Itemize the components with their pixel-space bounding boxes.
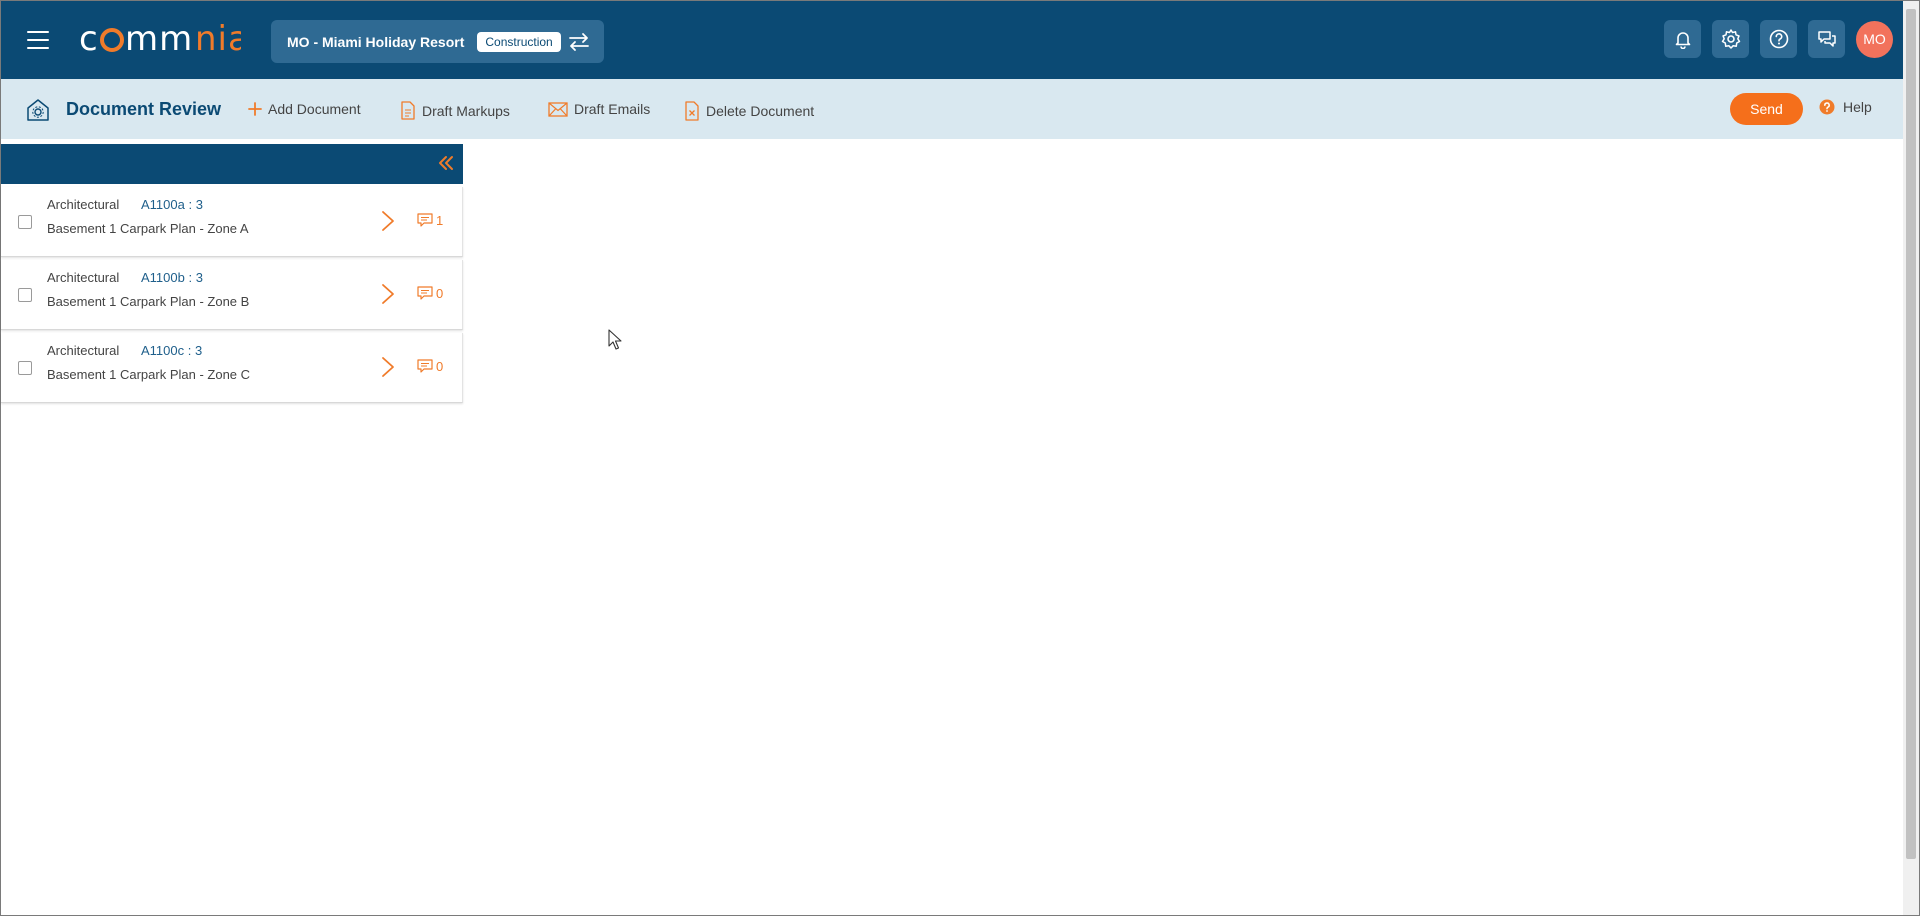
page-title: Document Review xyxy=(66,99,222,119)
document-comments[interactable]: 0 xyxy=(417,359,443,374)
comment-count: 1 xyxy=(436,213,444,228)
chevron-right-icon[interactable] xyxy=(381,283,395,305)
svg-text:mm: mm xyxy=(125,21,193,57)
help-icon xyxy=(1769,29,1788,49)
document-code: A1100b : 3 xyxy=(141,270,203,285)
draft-markups-label: Draft Markups xyxy=(422,102,510,119)
document-review-icon xyxy=(27,99,49,121)
help-label: Help xyxy=(1843,99,1872,115)
document-list-item[interactable]: Architectural A1100a : 3 Basement 1 Carp… xyxy=(1,187,463,257)
comment-icon xyxy=(417,213,433,227)
swap-icon[interactable] xyxy=(567,32,591,52)
draft-emails-button[interactable]: Draft Emails xyxy=(548,101,650,117)
help-link[interactable]: Help xyxy=(1819,99,1872,115)
svg-text:c: c xyxy=(79,21,99,57)
plus-icon xyxy=(248,102,262,116)
document-code: A1100a : 3 xyxy=(141,197,203,212)
menu-icon[interactable] xyxy=(27,31,49,49)
document-checkbox[interactable] xyxy=(18,215,32,229)
comment-count: 0 xyxy=(436,286,444,301)
delete-document-button[interactable]: Delete Document xyxy=(684,101,814,121)
document-discipline: Architectural xyxy=(47,270,120,285)
scrollbar-thumb[interactable] xyxy=(1906,9,1916,859)
document-review-toolbar: Document Review Add Document Draft Marku… xyxy=(1,79,1903,139)
app-logo[interactable]: c mm nia xyxy=(79,21,241,57)
comment-count: 0 xyxy=(436,359,444,374)
top-bar: c mm nia MO - Miami Holiday Resort Const… xyxy=(1,1,1903,79)
document-title: Basement 1 Carpark Plan - Zone C xyxy=(47,367,251,382)
user-avatar[interactable]: MO xyxy=(1856,20,1893,58)
project-switcher[interactable]: MO - Miami Holiday Resort Construction xyxy=(271,20,604,63)
document-code: A1100c : 3 xyxy=(141,343,203,358)
document-comments[interactable]: 1 xyxy=(417,213,443,228)
project-name: MO - Miami Holiday Resort xyxy=(287,33,465,50)
document-checkbox[interactable] xyxy=(18,288,32,302)
document-list-item[interactable]: Architectural A1100b : 3 Basement 1 Carp… xyxy=(1,260,463,330)
comment-icon xyxy=(417,359,433,373)
double-chevron-left-icon[interactable] xyxy=(437,154,455,172)
delete-document-label: Delete Document xyxy=(706,103,815,119)
add-document-label: Add Document xyxy=(268,101,361,117)
draft-markups-button[interactable]: Draft Markups xyxy=(400,101,510,120)
bell-icon xyxy=(1675,32,1690,49)
draft-emails-label: Draft Emails xyxy=(574,101,651,117)
gear-icon xyxy=(1721,29,1740,49)
document-discipline: Architectural xyxy=(47,343,120,358)
document-icon xyxy=(401,101,415,120)
question-circle-icon xyxy=(1819,99,1835,115)
document-discipline: Architectural xyxy=(47,197,120,212)
chevron-right-icon[interactable] xyxy=(381,356,395,378)
project-stage-badge: Construction xyxy=(477,31,561,52)
document-title: Basement 1 Carpark Plan - Zone B xyxy=(47,294,250,309)
comment-icon xyxy=(417,286,433,300)
page-scrollbar[interactable] xyxy=(1903,1,1919,915)
document-checkbox[interactable] xyxy=(18,361,32,375)
document-list-header xyxy=(1,144,463,184)
mouse-cursor-icon xyxy=(608,329,622,350)
header-actions: MO xyxy=(1664,20,1893,58)
document-list-item[interactable]: Architectural A1100c : 3 Basement 1 Carp… xyxy=(1,333,463,403)
chat-icon xyxy=(1817,31,1836,47)
commnia-logo: c mm nia xyxy=(79,21,241,57)
notifications-button[interactable] xyxy=(1664,20,1701,58)
send-button[interactable]: Send xyxy=(1730,93,1803,125)
add-document-button[interactable]: Add Document xyxy=(248,101,361,117)
help-center-button[interactable] xyxy=(1760,20,1797,58)
svg-text:nia: nia xyxy=(195,21,241,57)
document-title: Basement 1 Carpark Plan - Zone A xyxy=(47,221,249,236)
document-list-panel: Architectural A1100a : 3 Basement 1 Carp… xyxy=(1,144,463,403)
document-comments[interactable]: 0 xyxy=(417,286,443,301)
chevron-right-icon[interactable] xyxy=(381,210,395,232)
messages-button[interactable] xyxy=(1808,20,1845,58)
delete-document-icon xyxy=(685,101,699,121)
envelope-icon xyxy=(548,101,568,117)
settings-button[interactable] xyxy=(1712,20,1749,58)
